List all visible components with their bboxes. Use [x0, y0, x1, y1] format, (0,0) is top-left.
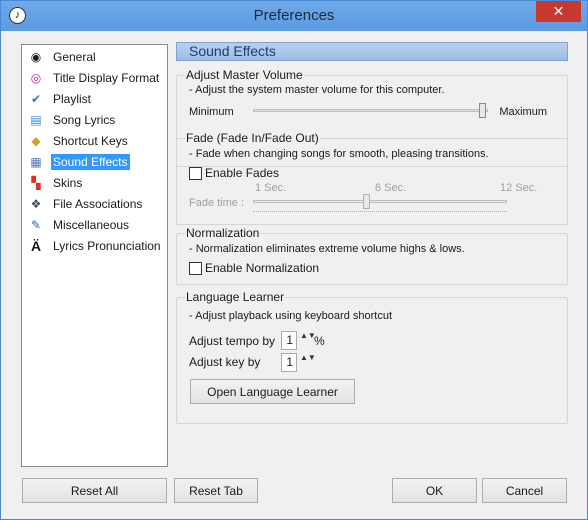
sidebar-item-shortcut-keys[interactable]: ◆ Shortcut Keys	[27, 131, 130, 151]
language-learner-group: Language Learner - Adjust playback using…	[176, 290, 568, 424]
pronunciation-icon: Ä	[30, 238, 42, 254]
sidebar-item-label: Playlist	[53, 92, 92, 106]
volume-slider-track[interactable]	[253, 109, 488, 112]
group-title: Adjust Master Volume	[185, 68, 304, 82]
category-list[interactable]: ◉ General ◎ Title Display Format ✔ Playl…	[21, 44, 168, 467]
tempo-unit-label: %	[314, 334, 325, 348]
speaker-icon: ◉	[30, 50, 42, 64]
reset-tab-button[interactable]: Reset Tab	[174, 478, 258, 503]
playlist-icon: ✔	[30, 92, 42, 106]
sidebar-item-song-lyrics[interactable]: ▤ Song Lyrics	[27, 110, 117, 130]
fade-tick-1: 1 Sec.	[255, 182, 287, 194]
tempo-spinner-value[interactable]: 1	[281, 331, 297, 350]
fade-slider-ticks	[253, 209, 507, 212]
key-spinner-arrows-icon[interactable]: ▲▼	[300, 353, 316, 372]
sidebar-item-general[interactable]: ◉ General	[27, 47, 98, 67]
sidebar-item-playlist[interactable]: ✔ Playlist	[27, 89, 93, 109]
tempo-spinner-arrows-icon[interactable]: ▲▼	[300, 331, 316, 350]
sidebar-item-label: Skins	[53, 176, 83, 190]
reset-all-button[interactable]: Reset All	[22, 478, 167, 503]
preferences-window: ♪ Preferences ✕ ◉ General ◎ Title Displa…	[0, 0, 588, 520]
enable-fades-label[interactable]: Enable Fades	[205, 166, 279, 180]
group-description: - Normalization eliminates extreme volum…	[189, 243, 465, 255]
ok-button[interactable]: OK	[392, 478, 477, 503]
sidebar-item-label: Sound Effects	[51, 154, 130, 170]
group-description: - Adjust the system master volume for th…	[189, 84, 445, 96]
sidebar-item-label: Title Display Format	[53, 71, 160, 85]
sidebar-item-file-associations[interactable]: ❖ File Associations	[27, 194, 144, 214]
sidebar-item-label: Shortcut Keys	[53, 134, 128, 148]
disc-icon: ◎	[30, 71, 42, 85]
sidebar-item-title-display-format[interactable]: ◎ Title Display Format	[27, 68, 161, 88]
sidebar-item-label: Lyrics Pronunciation	[53, 239, 161, 253]
key-spinner-value[interactable]: 1	[281, 353, 297, 372]
fade-time-label: Fade time :	[189, 197, 245, 209]
group-title: Language Learner	[185, 290, 286, 304]
sidebar-item-label: Song Lyrics	[53, 113, 116, 127]
open-language-learner-button[interactable]: Open Language Learner	[190, 379, 355, 404]
panel-heading-bar: Sound Effects	[176, 42, 568, 61]
sidebar-item-sound-effects[interactable]: ▦ Sound Effects	[27, 152, 130, 172]
volume-slider-thumb[interactable]	[479, 103, 486, 118]
panel-heading: Sound Effects	[189, 43, 276, 59]
adjust-tempo-label: Adjust tempo by	[189, 334, 276, 348]
window-title: Preferences	[253, 7, 335, 24]
equalizer-icon: ▦	[30, 155, 42, 169]
adjust-key-label: Adjust key by	[189, 355, 261, 369]
enable-normalization-label[interactable]: Enable Normalization	[205, 261, 319, 275]
fade-tick-12: 12 Sec.	[500, 182, 538, 194]
normalization-group: Normalization - Normalization eliminates…	[176, 226, 568, 285]
misc-tools-icon: ✎	[30, 218, 42, 232]
group-description: - Adjust playback using keyboard shortcu…	[189, 310, 393, 322]
group-description: - Fade when changing songs for smooth, p…	[189, 148, 489, 160]
group-title: Normalization	[185, 226, 261, 240]
sidebar-item-label: Miscellaneous	[53, 218, 130, 232]
close-icon: ✕	[552, 3, 565, 19]
sidebar-item-lyrics-pronunciation[interactable]: Ä Lyrics Pronunciation	[27, 236, 163, 256]
close-button[interactable]: ✕	[536, 1, 581, 22]
volume-min-label: Minimum	[189, 106, 234, 118]
sidebar-item-label: General	[53, 50, 96, 64]
title-bar[interactable]: ♪ Preferences ✕	[1, 1, 587, 31]
lyrics-document-icon: ▤	[30, 113, 42, 127]
enable-fades-checkbox[interactable]	[189, 167, 202, 180]
fade-slider-track[interactable]	[253, 200, 507, 203]
skins-icon: ▚	[31, 176, 41, 190]
sidebar-item-label: File Associations	[53, 197, 143, 211]
fade-tick-6: 6 Sec.	[375, 182, 407, 194]
volume-max-label: Maximum	[499, 106, 547, 118]
fade-group: Fade (Fade In/Fade Out) - Fade when chan…	[176, 131, 568, 225]
file-association-icon: ❖	[30, 197, 42, 211]
key-icon: ◆	[31, 134, 41, 148]
enable-normalization-checkbox[interactable]	[189, 262, 202, 275]
sidebar-item-miscellaneous[interactable]: ✎ Miscellaneous	[27, 215, 131, 235]
settings-panel: Sound Effects Adjust Master Volume - Adj…	[176, 42, 568, 424]
cancel-button[interactable]: Cancel	[482, 478, 567, 503]
fade-slider-thumb[interactable]	[363, 194, 370, 209]
group-title: Fade (Fade In/Fade Out)	[185, 131, 320, 145]
sidebar-item-skins[interactable]: ▚ Skins	[27, 173, 84, 193]
